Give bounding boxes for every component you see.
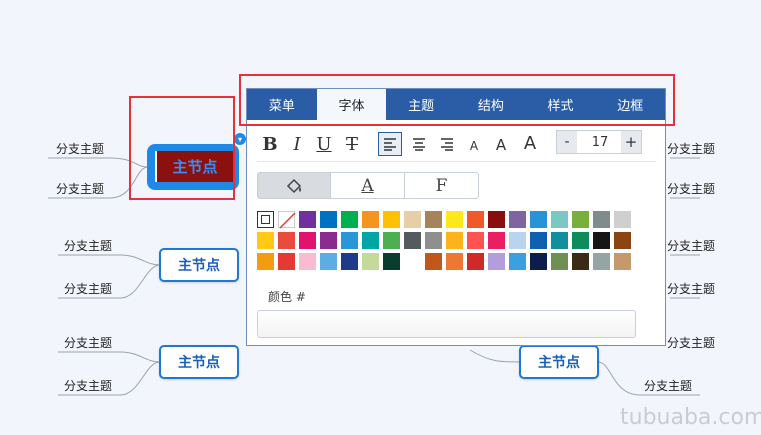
main-node[interactable]: 主节点 [519, 345, 599, 379]
tab-menu[interactable]: 菜单 [247, 89, 317, 120]
color-swatch[interactable] [320, 253, 337, 270]
align-center-icon[interactable] [408, 133, 430, 155]
color-swatch[interactable] [530, 253, 547, 270]
align-left-icon[interactable] [378, 132, 402, 156]
color-swatch[interactable] [530, 232, 547, 249]
color-swatch[interactable] [341, 232, 358, 249]
color-swatch[interactable] [572, 211, 589, 228]
branch-topic[interactable]: 分支主题 [667, 280, 715, 297]
branch-topic[interactable]: 分支主题 [56, 180, 104, 197]
color-swatch[interactable] [362, 211, 379, 228]
color-swatch[interactable] [404, 211, 421, 228]
branch-topic[interactable]: 分支主题 [667, 140, 715, 157]
font-family-tab[interactable]: F [404, 172, 479, 199]
branch-topic[interactable]: 分支主题 [644, 377, 692, 394]
color-swatch[interactable] [278, 253, 295, 270]
font-size-medium-button[interactable]: A [493, 134, 509, 156]
font-size-small-button[interactable]: A [466, 135, 482, 157]
color-swatch[interactable] [509, 253, 526, 270]
branch-topic[interactable]: 分支主题 [64, 280, 112, 297]
underline-button[interactable]: U [314, 133, 334, 155]
color-swatch[interactable] [320, 232, 337, 249]
color-swatch[interactable] [593, 211, 610, 228]
color-swatch[interactable] [572, 253, 589, 270]
color-swatch[interactable] [551, 211, 568, 228]
color-swatch[interactable] [509, 211, 526, 228]
color-swatch[interactable] [614, 211, 631, 228]
branch-topic[interactable]: 分支主题 [667, 180, 715, 197]
color-hex-input[interactable] [257, 310, 636, 338]
decrease-font-button[interactable]: - [557, 131, 577, 153]
watermark: tubuaba.com [620, 405, 761, 430]
color-swatch[interactable] [446, 232, 463, 249]
selected-main-node[interactable]: 主节点 [147, 144, 239, 190]
color-swatch[interactable] [425, 232, 442, 249]
color-swatch[interactable] [446, 253, 463, 270]
color-swatch[interactable] [257, 232, 274, 249]
color-swatch[interactable] [257, 253, 274, 270]
color-swatch[interactable] [341, 253, 358, 270]
align-right-icon[interactable] [436, 133, 458, 155]
color-swatch[interactable] [446, 211, 463, 228]
color-swatch[interactable] [299, 232, 316, 249]
color-swatch-white[interactable] [257, 211, 274, 228]
strikethrough-button[interactable]: T [342, 133, 362, 155]
panel-tabs: 菜单 字体 主题 结构 样式 边框 [247, 89, 665, 120]
color-swatch[interactable] [614, 232, 631, 249]
divider [257, 161, 656, 162]
color-swatch[interactable] [488, 253, 505, 270]
main-node[interactable]: 主节点 [159, 345, 239, 379]
paint-bucket-icon [286, 178, 302, 193]
fill-color-tab[interactable] [257, 172, 331, 199]
branch-topic[interactable]: 分支主题 [56, 140, 104, 157]
color-swatch[interactable] [614, 253, 631, 270]
tab-structure[interactable]: 结构 [456, 89, 526, 120]
color-swatch[interactable] [383, 211, 400, 228]
tab-theme[interactable]: 主题 [386, 89, 456, 120]
branch-topic[interactable]: 分支主题 [667, 237, 715, 254]
color-swatch[interactable] [320, 211, 337, 228]
color-swatch[interactable] [467, 253, 484, 270]
font-size-large-button[interactable]: A [520, 132, 540, 154]
branch-topic[interactable]: 分支主题 [64, 237, 112, 254]
color-swatch[interactable] [425, 211, 442, 228]
color-swatch[interactable] [404, 232, 421, 249]
color-swatch[interactable] [593, 232, 610, 249]
color-swatch[interactable] [572, 232, 589, 249]
font-color-tab[interactable]: A [330, 172, 405, 199]
color-swatch[interactable] [593, 253, 610, 270]
color-swatch[interactable] [299, 211, 316, 228]
color-hex-label: 颜色 # [268, 290, 306, 304]
color-swatch[interactable] [278, 232, 295, 249]
italic-button[interactable]: I [287, 133, 307, 155]
color-swatch[interactable] [467, 232, 484, 249]
tab-font[interactable]: 字体 [316, 89, 387, 120]
color-swatch[interactable] [383, 253, 400, 270]
color-swatch[interactable] [467, 211, 484, 228]
color-swatch[interactable] [509, 232, 526, 249]
branch-topic[interactable]: 分支主题 [64, 377, 112, 394]
color-swatch[interactable] [425, 253, 442, 270]
no-color-swatch[interactable] [278, 211, 296, 229]
branch-topic[interactable]: 分支主题 [64, 334, 112, 351]
tab-style[interactable]: 样式 [526, 89, 596, 120]
color-swatch[interactable] [341, 211, 358, 228]
color-swatch[interactable] [362, 253, 379, 270]
branch-topic[interactable]: 分支主题 [667, 334, 715, 351]
color-swatch[interactable] [530, 211, 547, 228]
bold-button[interactable]: B [260, 133, 280, 155]
color-swatch[interactable] [299, 253, 316, 270]
selected-node-label[interactable]: 主节点 [155, 151, 233, 182]
font-size-input[interactable]: 17 [580, 131, 620, 153]
color-swatch[interactable] [362, 232, 379, 249]
increase-font-button[interactable]: + [621, 131, 641, 153]
color-swatch[interactable] [383, 232, 400, 249]
color-swatch[interactable] [551, 253, 568, 270]
color-swatch[interactable] [488, 232, 505, 249]
main-node[interactable]: 主节点 [159, 248, 239, 282]
color-swatch[interactable] [488, 211, 505, 228]
color-swatch[interactable] [404, 253, 421, 270]
tab-border[interactable]: 边框 [595, 89, 665, 120]
color-swatch[interactable] [551, 232, 568, 249]
